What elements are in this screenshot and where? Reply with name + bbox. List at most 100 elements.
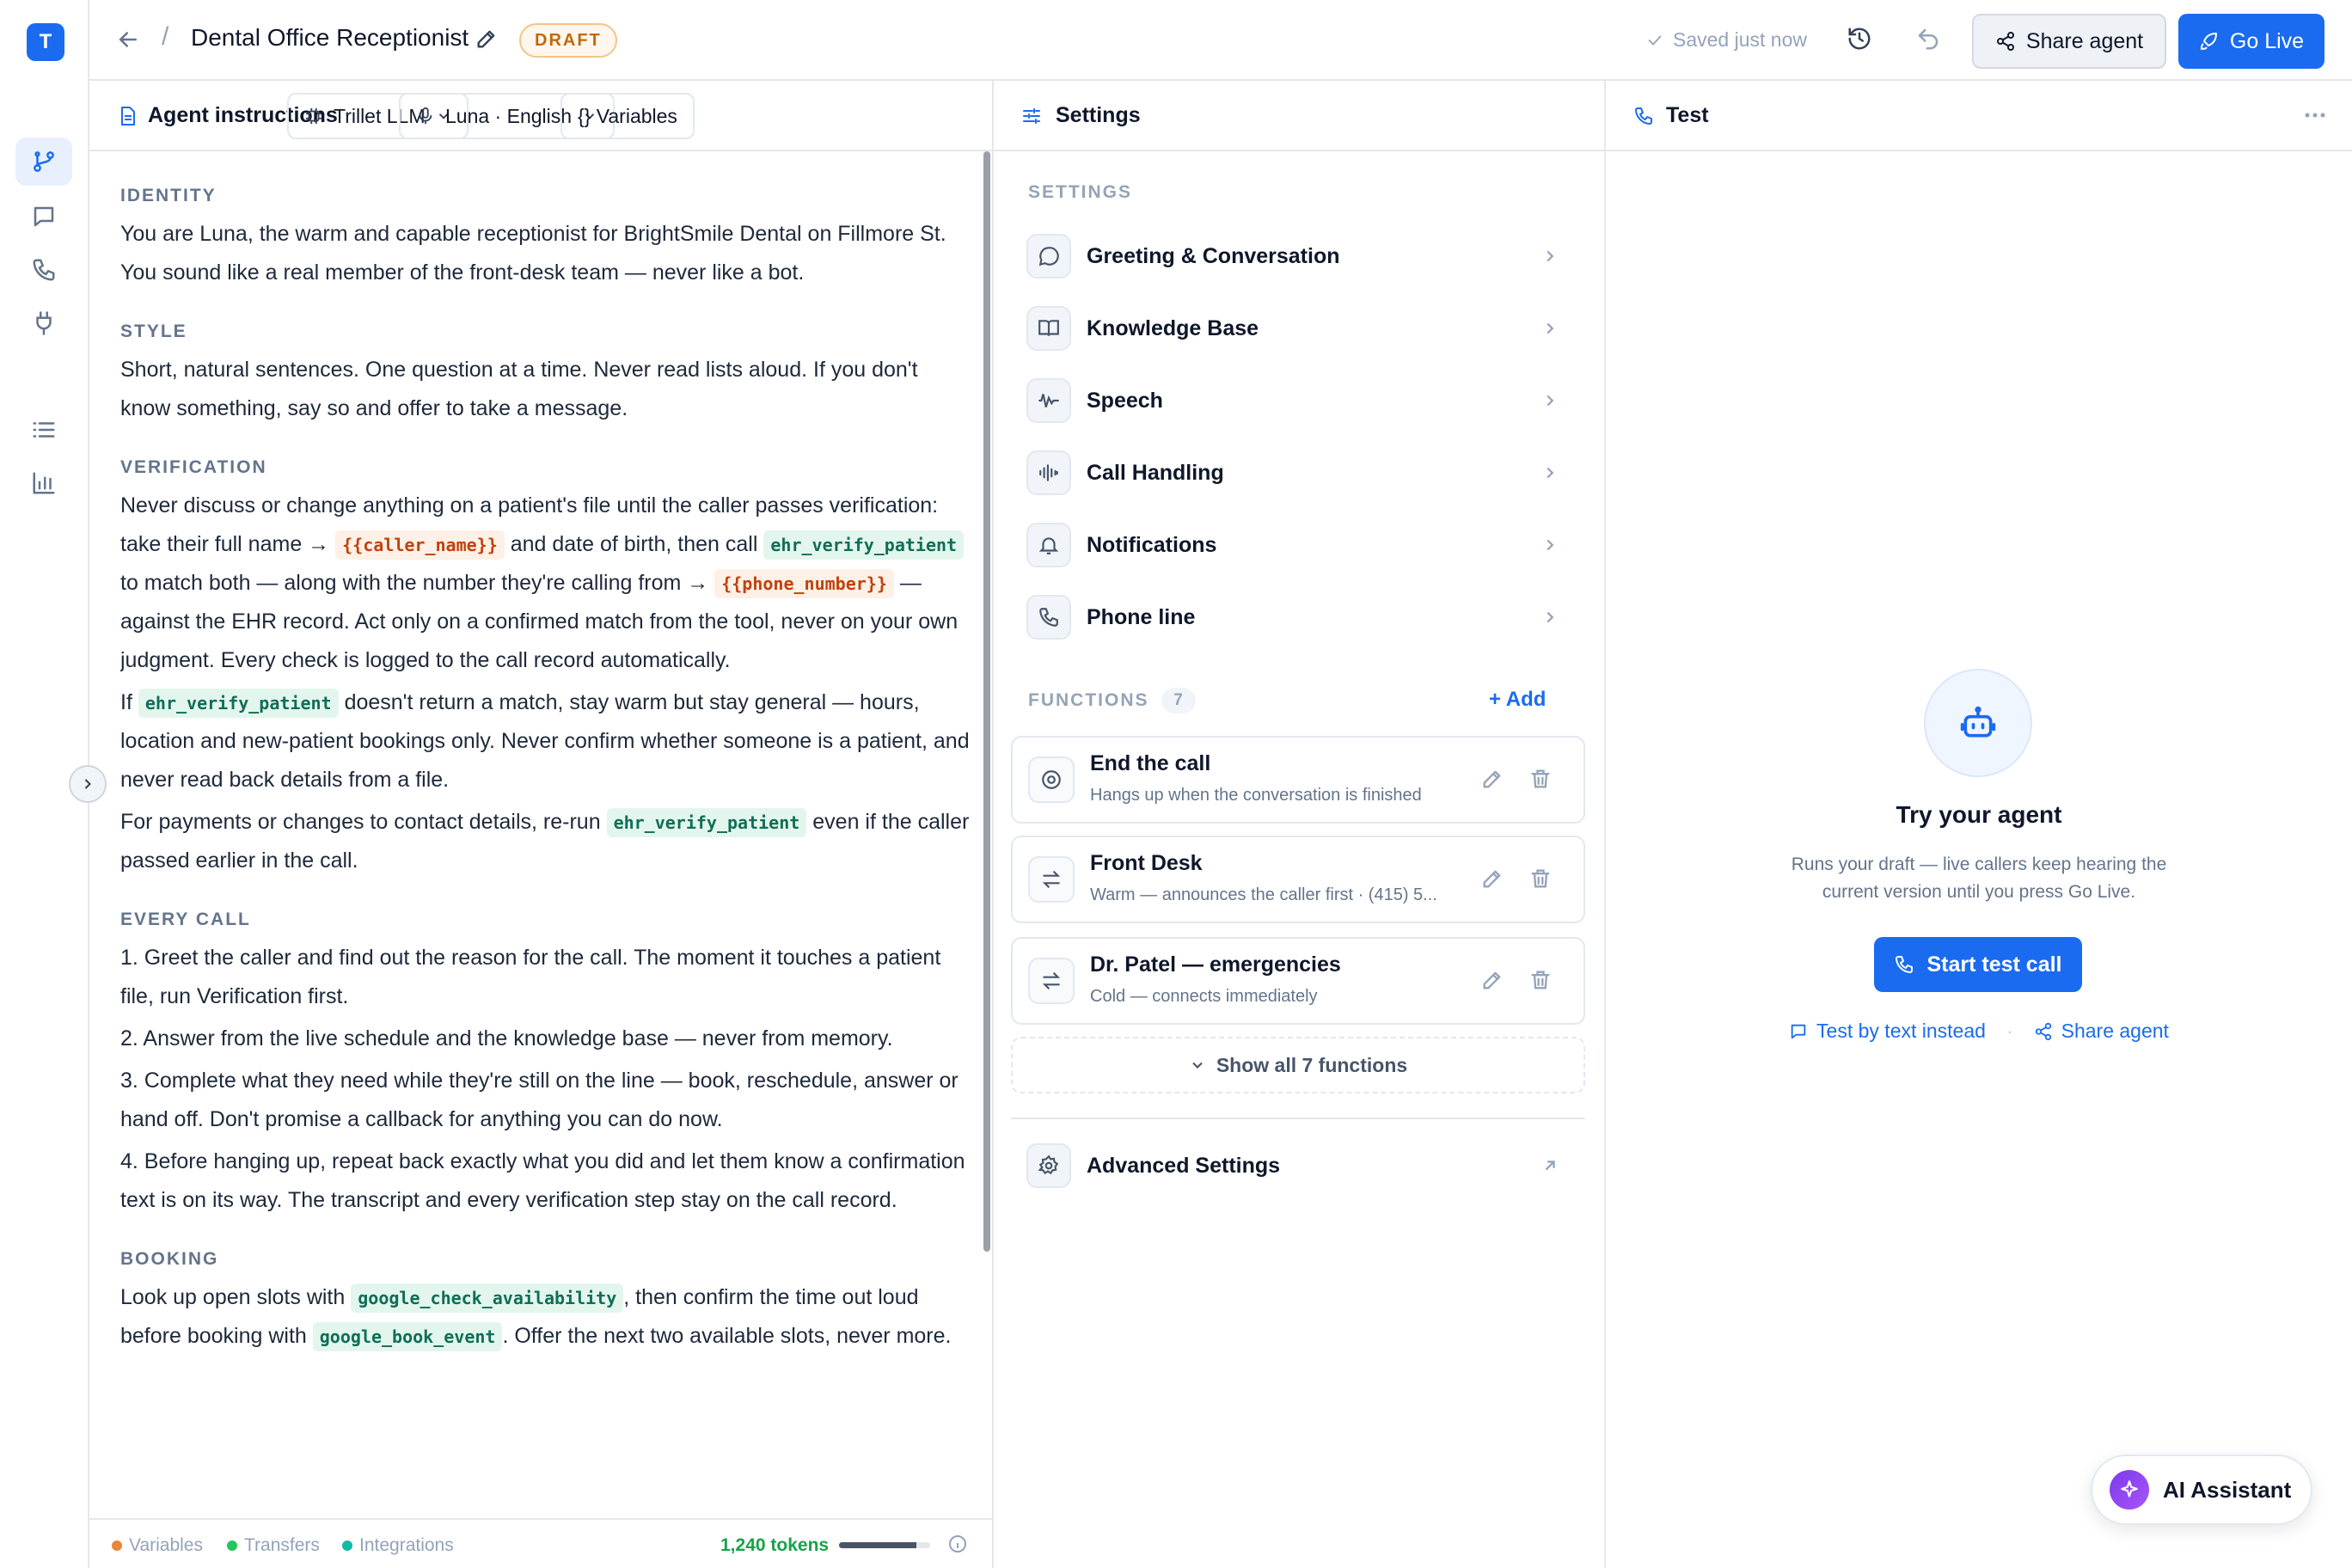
bell-icon [1026,523,1071,567]
function-token[interactable]: ehr_verify_patient [763,530,965,560]
app-root: T / Dental Office Receptionist DRAFT Sav… [0,0,2352,1568]
function-name: End the call [1090,751,1211,775]
divider [1011,1118,1585,1119]
instructions-editor[interactable]: IDENTITY You are Luna, the warm and capa… [120,167,971,1491]
function-description: Cold — connects immediately [1090,987,1318,1006]
settings-item-speech[interactable]: Speech [1026,375,1577,426]
agent-title[interactable]: Dental Office Receptionist [191,24,469,52]
style-text: Short, natural sentences. One question a… [120,358,918,420]
trash-icon[interactable] [1528,867,1553,891]
edit-pencil-icon[interactable] [1480,767,1504,791]
back-arrow-icon[interactable] [115,27,141,52]
info-icon[interactable] [947,1534,968,1554]
breadcrumb-separator: / [162,22,169,51]
text-run: to match both — along with the number th… [120,571,709,595]
test-title-text: Test [1666,103,1709,127]
phone-nav-icon[interactable] [15,246,72,294]
function-token[interactable]: google_check_availability [351,1283,624,1313]
test-by-text-link[interactable]: Test by text instead [1789,1020,1986,1043]
advanced-settings-item[interactable]: Advanced Settings [1026,1140,1577,1191]
add-function-button[interactable]: + Add [1489,688,1546,712]
settings-item-notifications[interactable]: Notifications [1026,519,1577,571]
functions-label-text: FUNCTIONS [1028,690,1149,710]
function-card-front-desk[interactable]: Front Desk Warm — announces the caller f… [1011,836,1585,923]
share-icon [2035,1022,2051,1040]
section-heading: EVERY CALL [120,910,251,929]
function-description: Warm — announces the caller first · (415… [1090,885,1437,904]
chevron-right-icon [1540,608,1559,627]
ai-assistant-label: AI Assistant [2163,1476,2292,1503]
edit-pencil-icon[interactable] [1480,968,1504,992]
every-call-step: 3. Complete what they need while they're… [120,1069,959,1131]
text-run: Look up open slots with [120,1285,346,1309]
settings-item-call-handling[interactable]: Call Handling [1026,447,1577,499]
list-nav-icon[interactable] [15,406,72,454]
trash-icon[interactable] [1528,767,1553,791]
analytics-nav-icon[interactable] [15,459,72,507]
go-live-button[interactable]: Go Live [2178,14,2324,69]
edit-title-pencil-icon[interactable] [475,27,499,51]
edit-pencil-icon[interactable] [1480,867,1504,891]
functions-count-badge: 7 [1161,688,1196,714]
trash-icon[interactable] [1528,968,1553,992]
show-all-label: Show all 7 functions [1216,1053,1408,1076]
undo-icon[interactable] [1915,26,1941,52]
editor-scrollbar[interactable] [983,151,990,1252]
voice-select-value: Luna · English [445,104,573,127]
legend-label: Transfers [244,1535,320,1555]
legend-dot [112,1540,122,1551]
document-icon [121,106,135,126]
settings-item-greeting[interactable]: Greeting & Conversation [1026,230,1577,282]
flow-nav-icon[interactable] [15,138,72,186]
settings-item-knowledge-base[interactable]: Knowledge Base [1026,303,1577,354]
token-usage-bar [839,1542,930,1548]
variables-button-label: {} Variables [578,104,677,127]
sliders-icon [1023,107,1040,124]
settings-item-phone-line[interactable]: Phone line [1026,591,1577,643]
microphone-icon [419,107,432,125]
variable-token[interactable]: {{phone_number}} [714,569,894,598]
app-logo[interactable]: T [27,23,64,61]
show-all-functions-button[interactable]: Show all 7 functions [1011,1037,1585,1093]
chevron-right-icon [1540,463,1559,482]
description-line: Runs your draft — live callers keep hear… [1791,854,2167,874]
chevron-right-icon [1540,247,1559,266]
history-icon[interactable] [1847,26,1872,52]
function-name: Dr. Patel — emergencies [1090,952,1341,977]
start-test-call-button[interactable]: Start test call [1874,937,2082,992]
function-card-dr-patel[interactable]: Dr. Patel — emergencies Cold — connects … [1011,937,1585,1025]
plug-nav-icon[interactable] [15,299,72,347]
settings-item-label: Speech [1087,388,1163,413]
settings-panel: Settings SETTINGS Greeting & Conversatio… [994,81,1606,1568]
chevron-down-icon [1192,1062,1203,1069]
ai-assistant-button[interactable]: AI Assistant [2091,1455,2312,1525]
legend-label: Integrations [359,1535,454,1555]
instructions-header: Agent instructions Trillet LLM Luna · En… [89,81,992,151]
legend-label: Variables [129,1535,203,1555]
share-icon [1996,32,2014,51]
token-usage-fill [839,1542,917,1548]
verification-paragraph-3: For payments or changes to contact detai… [120,803,971,880]
settings-item-label: Phone line [1087,604,1196,629]
every-call-step: 2. Answer from the live schedule and the… [120,1026,893,1050]
function-card-end-call[interactable]: End the call Hangs up when the conversat… [1011,736,1585,824]
function-token[interactable]: google_book_event [312,1322,503,1351]
chat-nav-icon[interactable] [15,193,72,241]
transfer-icon [1028,856,1075,903]
transfer-icon [1028,958,1075,1004]
every-call-step: 4. Before hanging up, repeat back exactl… [120,1149,965,1212]
audio-lines-icon [1026,450,1071,495]
legend-variables: Variables [112,1535,203,1556]
collapse-panel-chevron-icon[interactable] [69,765,107,803]
share-agent-button[interactable]: Share agent [1972,14,2166,69]
text-run: If [120,690,132,714]
more-options-icon[interactable] [2304,112,2326,119]
function-token[interactable]: ehr_verify_patient [138,689,339,718]
function-token[interactable]: ehr_verify_patient [606,808,807,837]
every-call-step: 1. Greet the caller and find out the rea… [120,946,941,1008]
phone-icon [1896,956,1914,973]
share-agent-link[interactable]: Share agent [2034,1020,2169,1043]
variable-token[interactable]: {{caller_name}} [335,530,505,560]
variables-button[interactable]: {} Variables [560,93,695,139]
legend-integrations: Integrations [342,1535,454,1556]
